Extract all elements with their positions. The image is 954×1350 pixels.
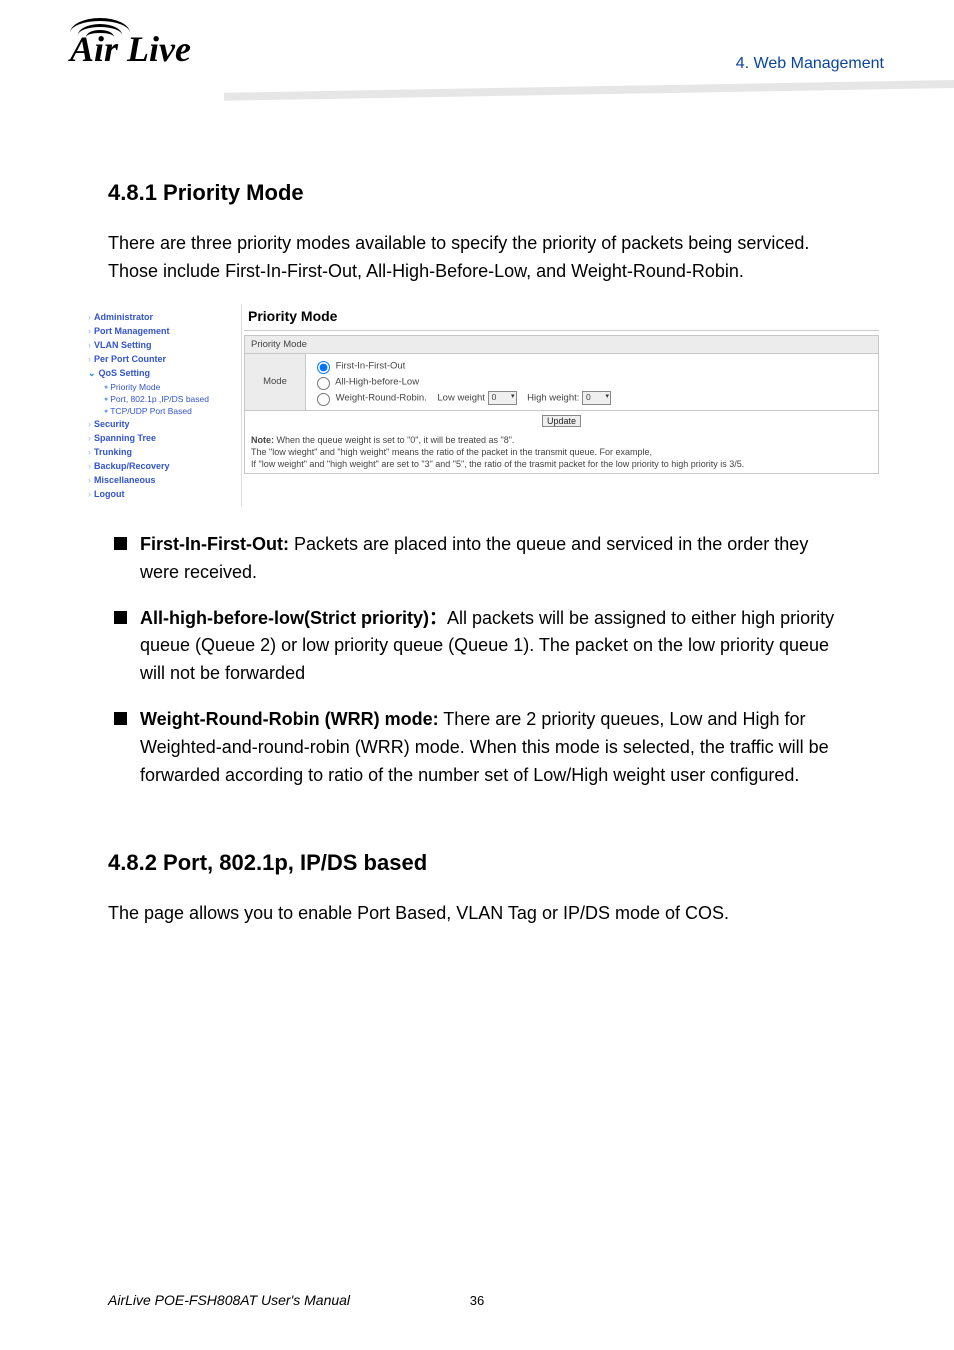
nav-qos-priority-mode[interactable]: ●Priority Mode bbox=[82, 381, 237, 393]
list-item: Weight-Round-Robin (WRR) mode: There are… bbox=[108, 706, 846, 790]
brand-logo: Air Live bbox=[70, 28, 191, 70]
section-heading: 4.8.2 Port, 802.1p, IP/DS based bbox=[108, 850, 846, 876]
screenshot-title: Priority Mode bbox=[244, 306, 879, 328]
high-weight-select[interactable]: 0 bbox=[582, 391, 611, 405]
chapter-label: 4. Web Management bbox=[736, 55, 884, 73]
update-button[interactable]: Update bbox=[542, 415, 581, 427]
nav-logout[interactable]: ›Logout bbox=[82, 487, 237, 501]
intro-paragraph: There are three priority modes available… bbox=[108, 230, 846, 286]
high-weight-label: High weight: bbox=[527, 392, 579, 403]
section-paragraph: The page allows you to enable Port Based… bbox=[108, 900, 846, 928]
section-heading: 4.8.1 Priority Mode bbox=[108, 180, 846, 206]
divider bbox=[244, 330, 879, 331]
radio-fifo[interactable] bbox=[317, 361, 330, 374]
list-item: All-high-before-low(Strict priority)：All… bbox=[108, 605, 846, 689]
nav-per-port-counter[interactable]: ›Per Port Counter bbox=[82, 352, 237, 366]
radio-fifo-label: First-In-First-Out bbox=[336, 360, 406, 371]
nav-trunking[interactable]: ›Trunking bbox=[82, 445, 237, 459]
nav-port-management[interactable]: ›Port Management bbox=[82, 324, 237, 338]
nav-backup-recovery[interactable]: ›Backup/Recovery bbox=[82, 459, 237, 473]
embedded-screenshot: ›Administrator ›Port Management ›VLAN Se… bbox=[78, 304, 881, 507]
radio-wrr[interactable] bbox=[317, 393, 330, 406]
nav-miscellaneous[interactable]: ›Miscellaneous bbox=[82, 473, 237, 487]
low-weight-select[interactable]: 0 bbox=[488, 391, 517, 405]
nav-qos-setting[interactable]: ⌄QoS Setting bbox=[82, 366, 237, 381]
list-item: First-In-First-Out: Packets are placed i… bbox=[108, 531, 846, 587]
low-weight-label: Low weight bbox=[437, 392, 485, 403]
page-header: Air Live 4. Web Management bbox=[0, 0, 954, 135]
feature-list: First-In-First-Out: Packets are placed i… bbox=[108, 531, 846, 790]
mode-column-label: Mode bbox=[245, 354, 306, 410]
nav-spanning-tree[interactable]: ›Spanning Tree bbox=[82, 431, 237, 445]
page-number: 36 bbox=[0, 1293, 954, 1308]
nav-vlan-setting[interactable]: ›VLAN Setting bbox=[82, 338, 237, 352]
nav-qos-tcpudp[interactable]: ●TCP/UDP Port Based bbox=[82, 405, 237, 417]
screenshot-sidebar: ›Administrator ›Port Management ›VLAN Se… bbox=[78, 304, 241, 507]
radio-all-high[interactable] bbox=[317, 377, 330, 390]
nav-qos-port-based[interactable]: ●Port, 802.1p ,IP/DS based bbox=[82, 393, 237, 405]
priority-mode-panel: Priority Mode Mode First-In-First-Out bbox=[244, 335, 879, 474]
panel-label: Priority Mode bbox=[245, 336, 878, 354]
radio-wrr-label: Weight-Round-Robin. bbox=[336, 392, 427, 403]
panel-note: Note: When the queue weight is set to "0… bbox=[245, 431, 878, 473]
nav-security[interactable]: ›Security bbox=[82, 417, 237, 431]
nav-administrator[interactable]: ›Administrator bbox=[82, 310, 237, 324]
header-decoration bbox=[224, 80, 954, 101]
radio-all-high-label: All-High-before-Low bbox=[335, 376, 419, 387]
